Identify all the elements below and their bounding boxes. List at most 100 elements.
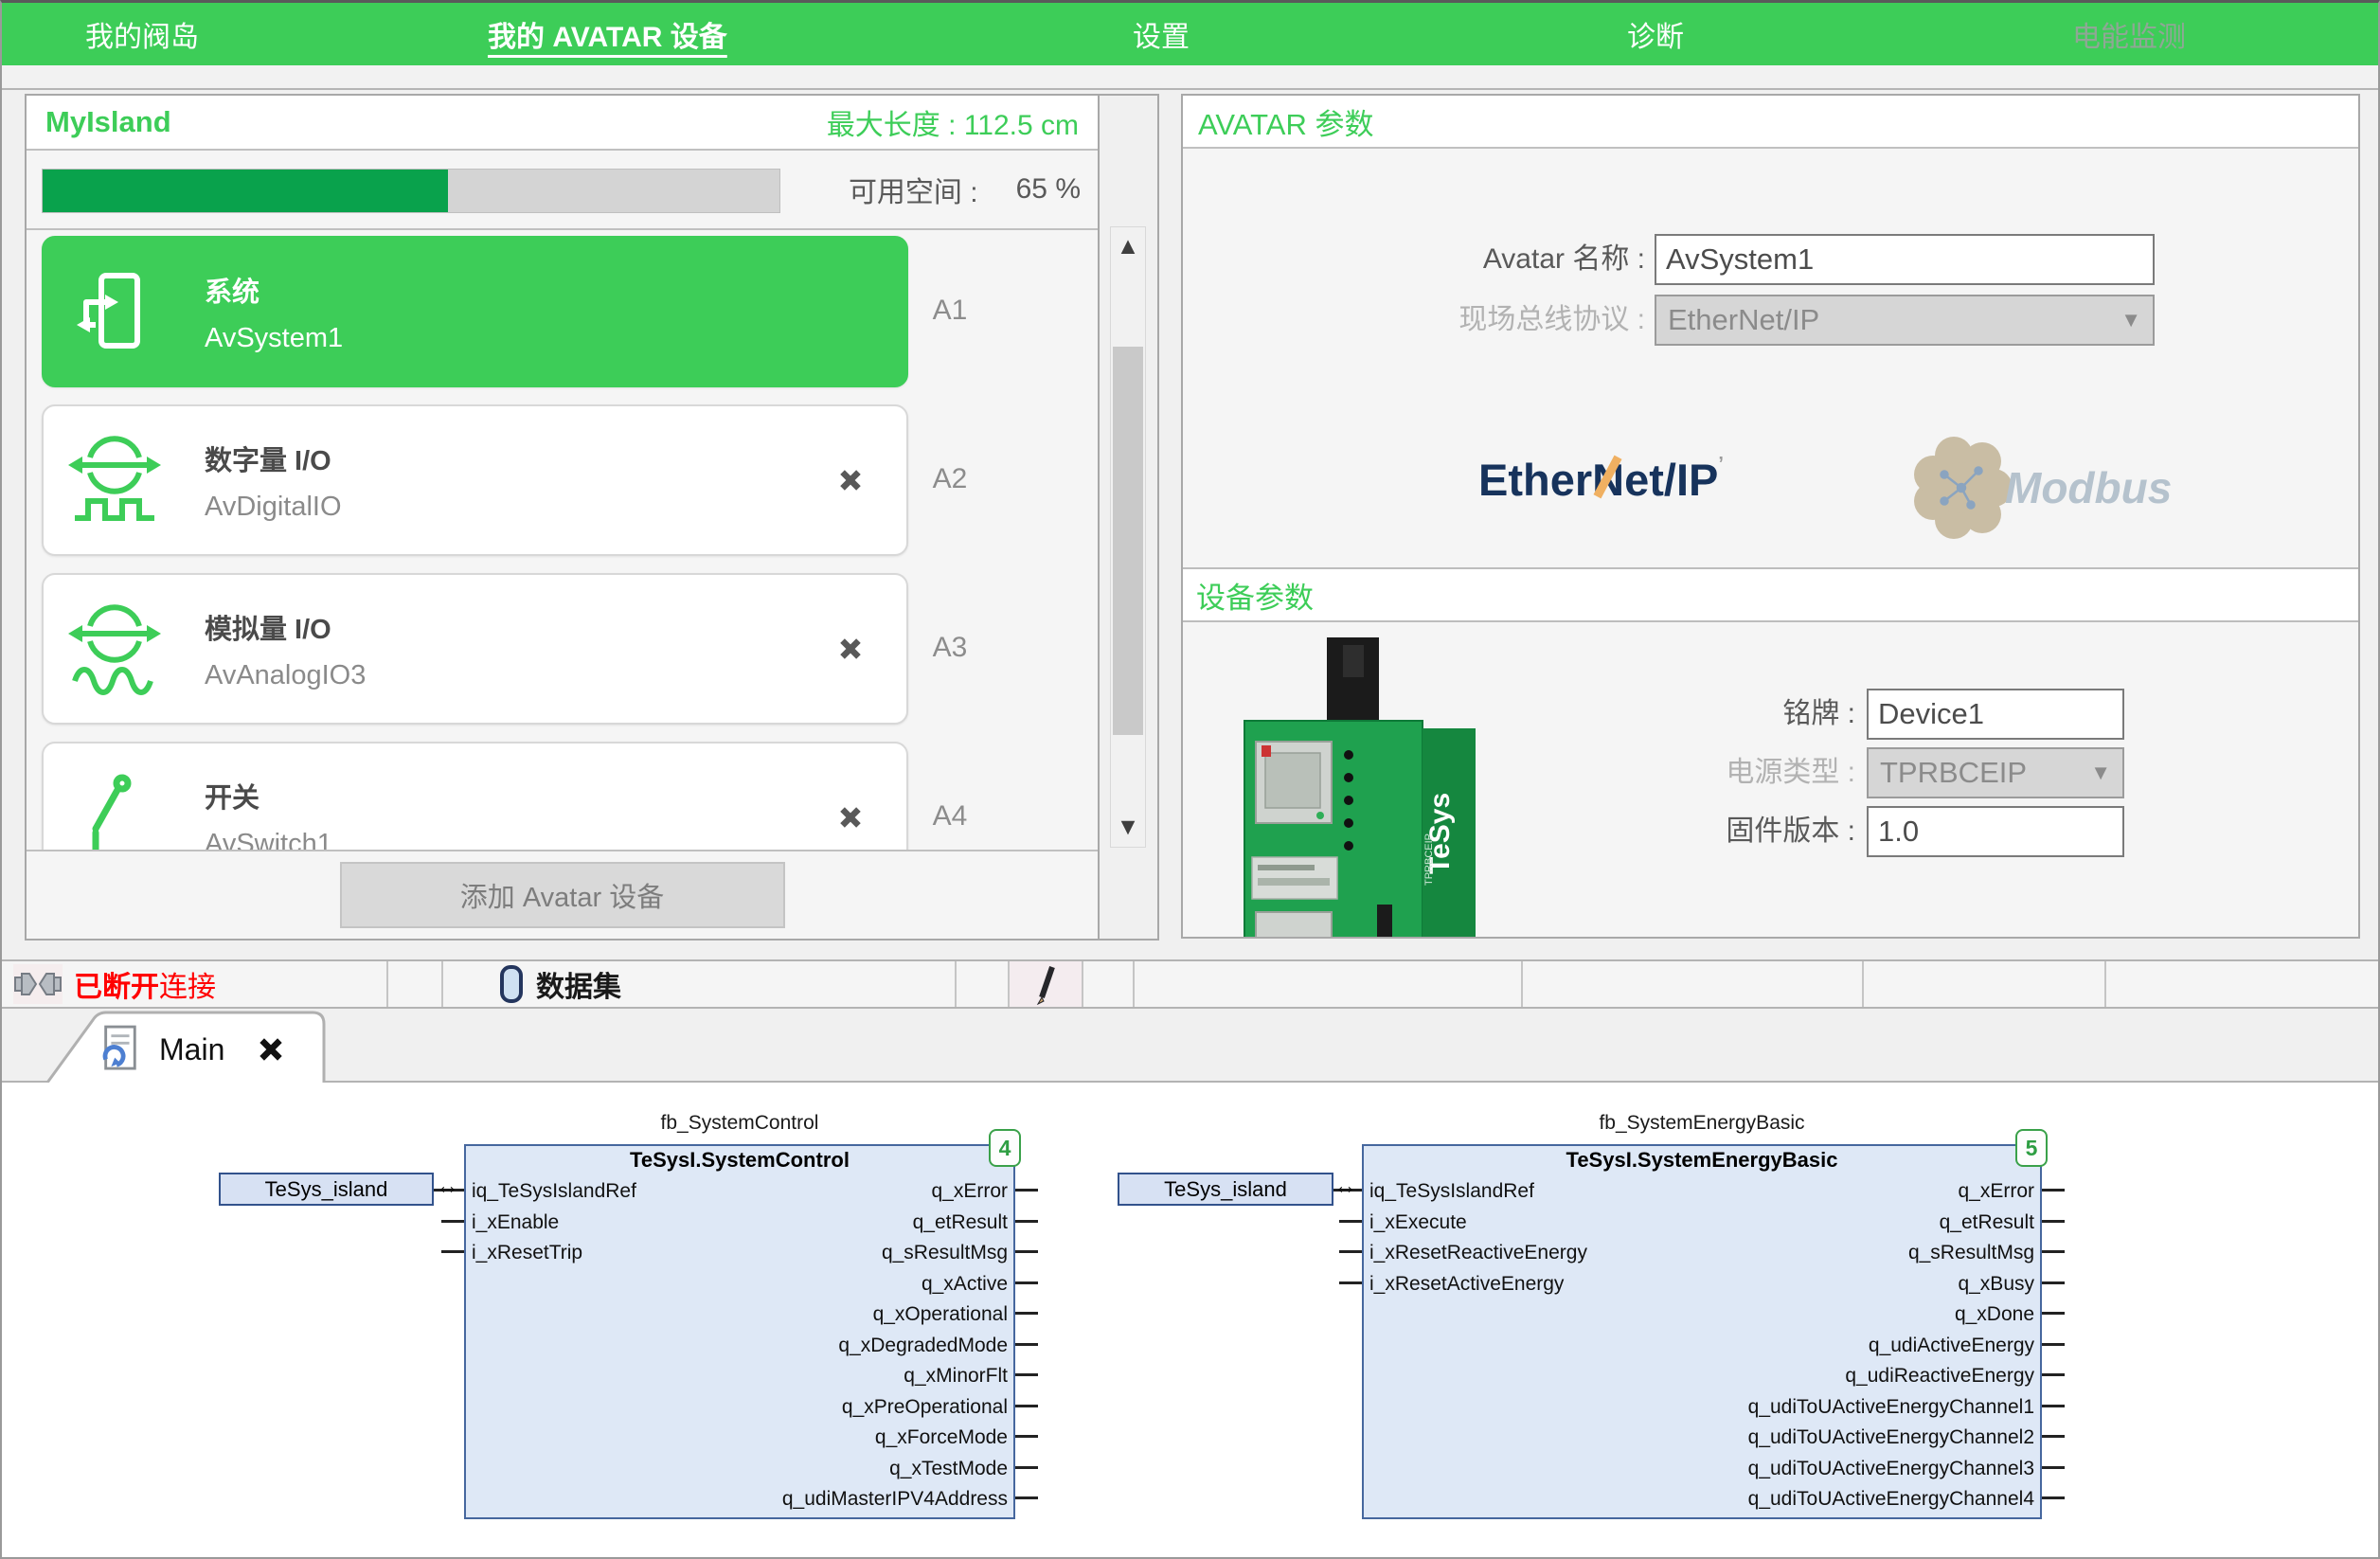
device-card-text: 系统AvSystem1 <box>205 270 343 354</box>
output-pin-q_xForceMode: q_xForceMode <box>466 1423 1008 1454</box>
firmware-label: 固件版本 : <box>1325 806 1855 857</box>
output-pin-q_sResultMsg: q_sResultMsg <box>1364 1238 2034 1269</box>
output-stub <box>2042 1405 2065 1407</box>
fb-instance-label: fb_SystemEnergyBasic <box>1362 1112 2042 1140</box>
variable-box-TeSys_island[interactable]: TeSys_island <box>1118 1173 1333 1206</box>
inout-arrow-icon: ↔ <box>436 1173 459 1200</box>
avatar-params-title: AVATAR 参数 <box>1198 100 1373 143</box>
device-name-label: AvSwitch1 <box>205 829 332 852</box>
device-card-AvSystem1[interactable]: 系统AvSystem1 <box>42 236 908 387</box>
output-stub <box>1015 1189 1038 1192</box>
output-stub <box>2042 1250 2065 1253</box>
variable-box-TeSys_island[interactable]: TeSys_island <box>219 1173 434 1206</box>
fbd-editor-canvas[interactable]: fb_SystemControlTeSysI.SystemControliq_T… <box>2 1083 2378 1558</box>
modbus-logo-text: Modbus <box>2005 462 2172 513</box>
nameplate-input[interactable] <box>1867 689 2124 740</box>
fb-type-label: TeSysI.SystemControl <box>466 1148 1013 1173</box>
island-main-column: MyIsland 最大长度 : 112.5 cm 可用空间 : 65 % 系统A… <box>25 94 1100 941</box>
output-pin-q_udiToUActiveEnergyChannel1: q_udiToUActiveEnergyChannel1 <box>1364 1392 2034 1424</box>
connection-status-text: 已断开连接 <box>74 963 216 1005</box>
output-stub <box>2042 1373 2065 1376</box>
output-stub <box>2042 1189 2065 1192</box>
output-pin-q_xDegradedMode: q_xDegradedMode <box>466 1331 1008 1362</box>
connection-status-cell[interactable]: 已断开连接 <box>2 961 388 1007</box>
remove-device-icon[interactable] <box>836 466 865 494</box>
statusbar-cell <box>1864 961 2106 1007</box>
function-block-fb_SystemControl[interactable]: TeSysI.SystemControliq_TeSysIslandRefi_x… <box>464 1144 1015 1519</box>
output-stub <box>1015 1343 1038 1346</box>
device-type-label: 系统 <box>205 270 343 310</box>
output-pin-q_udiToUActiveEnergyChannel2: q_udiToUActiveEnergyChannel2 <box>1364 1423 2034 1454</box>
nav-tab-1[interactable]: 我的阀岛 <box>85 3 199 65</box>
fb-type-label: TeSysI.SystemEnergyBasic <box>1364 1148 2040 1173</box>
device-name-label: AvDigitalIO <box>205 492 342 523</box>
output-stub <box>1015 1250 1038 1253</box>
edit-cell[interactable] <box>1010 961 1083 1007</box>
output-pin-q_xBusy: q_xBusy <box>1364 1269 2034 1300</box>
close-tab-icon[interactable] <box>257 1035 285 1064</box>
input-stub <box>441 1220 464 1223</box>
nav-tab-4[interactable]: 诊断 <box>1627 3 1684 65</box>
add-avatar-device-button[interactable]: 添加 Avatar 设备 <box>340 862 785 928</box>
slot-label-A4: A4 <box>912 800 988 833</box>
output-stub <box>1015 1435 1038 1438</box>
device-card-AvSwitch1[interactable]: 开关AvSwitch1 <box>42 742 908 851</box>
output-pin-q_udiToUActiveEnergyChannel4: q_udiToUActiveEnergyChannel4 <box>1364 1484 2034 1515</box>
app-window: 我的阀岛 我的 AVATAR 设备 设置 诊断 电能监测 MyIsland 最大长度 :… <box>0 0 2380 1559</box>
island-max-length: 最大长度 : 112.5 cm <box>827 101 1079 143</box>
device-params-title: 设备参数 <box>1196 574 1314 617</box>
output-stub <box>1015 1373 1038 1376</box>
input-stub <box>1339 1220 1362 1223</box>
switch-icon <box>44 764 186 851</box>
system-icon <box>44 268 186 355</box>
nav-tab-2[interactable]: 我的 AVATAR 设备 <box>488 3 727 65</box>
device-card-AvAnalogIO3[interactable]: 模拟量 I/OAvAnalogIO3 <box>42 573 908 725</box>
avatar-device-list: 系统AvSystem1A1数字量 I/OAvDigitalIOA2模拟量 I/O… <box>27 230 1098 851</box>
output-stub <box>2042 1343 2065 1346</box>
function-block-fb_SystemEnergyBasic[interactable]: TeSysI.SystemEnergyBasiciq_TeSysIslandRe… <box>1362 1144 2042 1519</box>
dataset-cell[interactable]: 数据集 <box>443 961 957 1007</box>
output-stub <box>2042 1466 2065 1469</box>
output-stub <box>1015 1405 1038 1407</box>
output-pin-q_xOperational: q_xOperational <box>466 1299 1008 1331</box>
device-type-label: 数字量 I/O <box>205 439 342 478</box>
output-pin-q_etResult: q_etResult <box>1364 1208 2034 1239</box>
pou-document-icon <box>98 1025 140 1074</box>
tab-main[interactable]: Main <box>44 1011 328 1083</box>
output-stub <box>2042 1312 2065 1315</box>
input-stub <box>441 1250 464 1253</box>
modbus-logo: Modbus <box>1903 429 2172 547</box>
remove-device-icon[interactable] <box>836 803 865 832</box>
avatar-params-panel: AVATAR 参数 Avatar 名称 : 现场总线协议 : EtherNet/… <box>1181 94 2360 939</box>
output-pin-q_xError: q_xError <box>1364 1176 2034 1208</box>
available-space: 可用空间 : 65 % <box>849 151 1081 228</box>
output-pin-q_udiActiveEnergy: q_udiActiveEnergy <box>1364 1331 2034 1362</box>
scroll-up-icon[interactable]: ▲ <box>1111 233 1145 260</box>
add-device-row: 添加 Avatar 设备 <box>27 851 1098 939</box>
top-nav: 我的阀岛 我的 AVATAR 设备 设置 诊断 电能监测 <box>2 3 2378 65</box>
dataset-icon <box>498 964 525 1004</box>
output-stub <box>1015 1466 1038 1469</box>
avatar-name-label: Avatar 名称 : <box>1183 234 1645 285</box>
slot-label-A2: A2 <box>912 463 988 495</box>
available-space-value: 65 % <box>1016 173 1081 206</box>
output-stub <box>2042 1220 2065 1223</box>
dataset-label: 数据集 <box>536 963 621 1005</box>
remove-device-icon[interactable] <box>836 635 865 663</box>
device-card-AvDigitalIO[interactable]: 数字量 I/O AvDigitalIO <box>42 404 908 556</box>
nav-tab-3[interactable]: 设置 <box>1133 3 1190 65</box>
scroll-down-icon[interactable]: ▼ <box>1111 814 1145 841</box>
nav-tab-5[interactable]: 电能监测 <box>2072 3 2186 65</box>
device-list-scrollbar[interactable]: ▲ ▼ <box>1110 226 1146 848</box>
avatar-name-input[interactable] <box>1655 234 2155 285</box>
device-params-header: 设备参数 <box>1183 567 2358 622</box>
available-space-label: 可用空间 : <box>849 169 978 210</box>
output-pin-q_xDone: q_xDone <box>1364 1299 2034 1331</box>
device-card-text: 数字量 I/O AvDigitalIO <box>205 439 342 523</box>
output-pin-q_udiToUActiveEnergyChannel3: q_udiToUActiveEnergyChannel3 <box>1364 1454 2034 1485</box>
firmware-input[interactable] <box>1867 806 2124 857</box>
power-type-select: TPRBCEIP ▼ <box>1867 747 2124 798</box>
scrollbar-thumb[interactable] <box>1113 347 1143 735</box>
block-order-badge: 4 <box>989 1129 1021 1167</box>
chevron-down-icon: ▼ <box>2090 761 2111 785</box>
